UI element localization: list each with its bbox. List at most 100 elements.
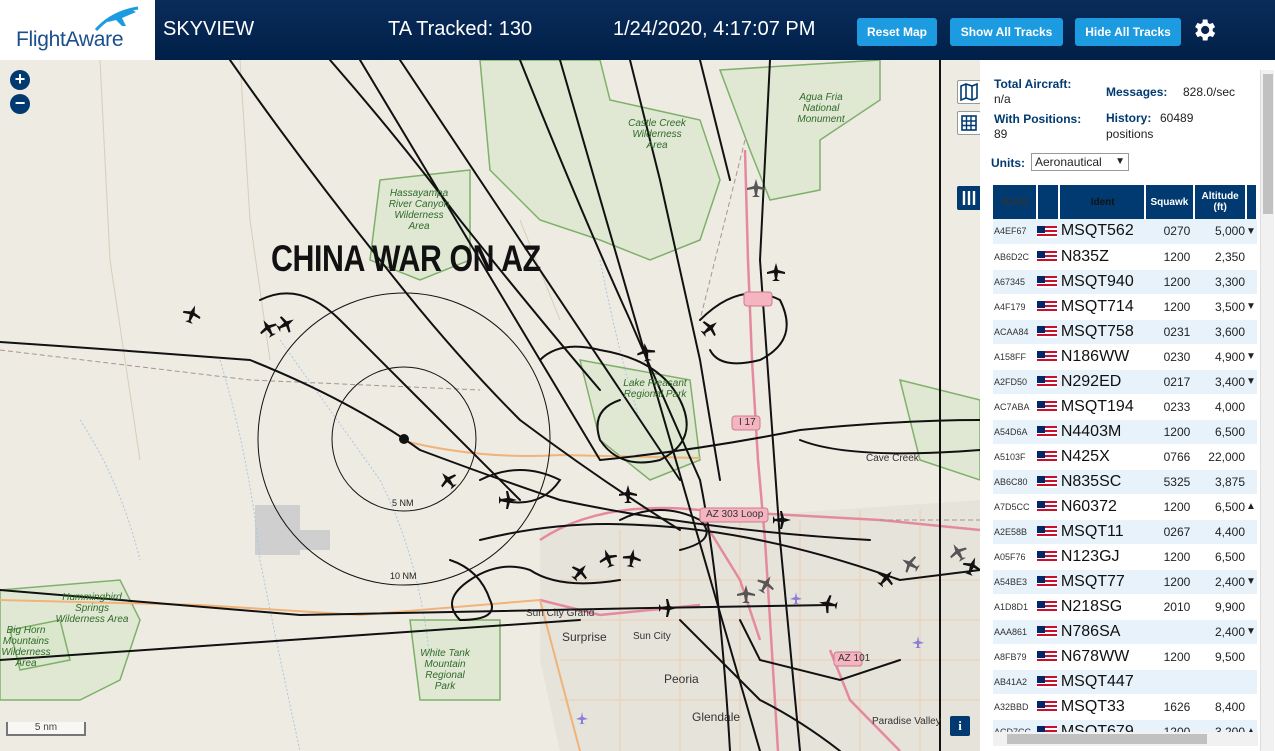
vertical-scroll-thumb[interactable] [1263,74,1273,214]
table-row[interactable]: A4F179 MSQT714 1200 3,500 ▼ [993,294,1257,320]
table-row[interactable]: A2FD50 N292ED 0217 3,400 ▼ [993,369,1257,395]
cell-ident: N123GJ [1058,544,1145,570]
cell-altitude: 9,500 [1194,644,1246,670]
us-flag-icon [1036,351,1057,364]
cell-altitude: 6,500 [1194,419,1246,445]
cell-trend: ▼ [1246,344,1257,370]
cell-altitude: 3,875 [1194,469,1246,495]
cell-altitude: 2,400 [1194,569,1246,595]
grid-icon [961,115,977,131]
messages-value: 828.0/sec [1183,85,1236,99]
history-label: History: [1106,111,1152,125]
header-icao[interactable]: ICAO [993,185,1038,219]
us-flag-icon [1036,276,1057,289]
table-row[interactable]: AC7ABA MSQT194 0233 4,000 [993,394,1257,420]
cell-squawk: 0230 [1144,344,1195,370]
cell-trend: ▼ [1246,294,1257,320]
header-altitude[interactable]: Altitude (ft) [1194,185,1247,219]
label-hummingbird: Hummingbird Springs Wilderness Area [55,592,129,625]
table-row[interactable]: A2E58B MSQT11 0267 4,400 [993,519,1257,545]
cell-trend [1246,469,1257,495]
label-sun-city-grand: Sun City Grand [526,608,595,619]
info-button[interactable]: i [950,716,970,736]
flightaware-logo[interactable]: FlightAware [0,0,155,60]
map-layers-button[interactable] [957,80,980,104]
header-ident[interactable]: Ident [1058,185,1146,219]
zoom-in-button[interactable]: + [10,70,30,90]
cell-flag [1036,444,1059,470]
cell-squawk: 1200 [1144,419,1195,445]
table-row[interactable]: A54BE3 MSQT77 1200 2,400 ▼ [993,569,1257,595]
cell-squawk: 0270 [1144,219,1195,245]
cell-ident: MSQT77 [1058,569,1145,595]
cell-squawk: 1200 [1144,494,1195,520]
reset-map-button[interactable]: Reset Map [857,18,937,46]
table-row[interactable]: AB6C80 N835SC 5325 3,875 [993,469,1257,495]
cell-flag [1036,244,1059,270]
table-row[interactable]: A5103F N425X 0766 22,000 [993,444,1257,470]
cell-squawk: 1200 [1144,294,1195,320]
map-view[interactable]: Agua Fria National Monument Castle Creek… [0,60,980,751]
cell-flag [1036,494,1059,520]
cell-squawk: 0766 [1144,444,1195,470]
cell-squawk: 1200 [1144,269,1195,295]
table-row[interactable]: AAA861 N786SA 2,400 ▼ [993,619,1257,645]
table-row[interactable]: A67345 MSQT940 1200 3,300 [993,269,1257,295]
zoom-out-button[interactable]: − [10,94,30,114]
table-row[interactable]: A7D5CC N60372 1200 6,500 ▲ [993,494,1257,520]
cell-altitude: 3,600 [1194,319,1246,345]
label-big-horn: Big Horn Mountains Wilderness Area [1,625,51,669]
cell-flag [1036,594,1059,620]
cell-ident: N425X [1058,444,1145,470]
horizontal-scroll-thumb[interactable] [1007,734,1207,744]
grid-toggle-button[interactable] [957,111,980,135]
hide-all-tracks-button[interactable]: Hide All Tracks [1075,18,1181,46]
cell-icao: A7D5CC [993,494,1037,520]
table-header-row: ICAO Ident Squawk Altitude (ft) [993,185,1258,219]
table-row[interactable]: A8FB79 N678WW 1200 9,500 [993,644,1257,670]
header-squawk[interactable]: Squawk [1144,185,1196,219]
table-row[interactable]: A32BBD MSQT33 1626 8,400 [993,694,1257,720]
cell-squawk: 1200 [1144,569,1195,595]
column-toggle-button[interactable] [957,186,980,210]
side-panel: Total Aircraft: n/a Messages: 828.0/sec … [980,60,1275,751]
cell-altitude: 5,000 [1194,219,1246,245]
table-row[interactable]: A54D6A N4403M 1200 6,500 [993,419,1257,445]
table-row[interactable]: A1D8D1 N218SG 2010 9,900 [993,594,1257,620]
table-row[interactable]: A158FF N186WW 0230 4,900 ▼ [993,344,1257,370]
cell-flag [1036,219,1059,245]
aircraft-table-container[interactable]: ICAO Ident Squawk Altitude (ft) A4EF67 MS… [993,185,1258,751]
cell-flag [1036,544,1059,570]
show-all-tracks-button[interactable]: Show All Tracks [950,18,1063,46]
vertical-scrollbar[interactable] [1260,70,1274,751]
cell-squawk: 1200 [1144,644,1195,670]
units-selected-value: Aeronautical [1035,155,1102,169]
cell-flag [1036,294,1059,320]
table-row[interactable]: A05F76 N123GJ 1200 6,500 [993,544,1257,570]
us-flag-icon [1036,526,1057,539]
messages-label: Messages: [1106,85,1168,99]
cell-ident: MSQT194 [1058,394,1145,420]
header-extra [1246,185,1258,219]
cell-icao: A1D8D1 [993,594,1037,620]
logo-wordmark: FlightAware [16,28,124,51]
cell-icao: AC7ABA [993,394,1037,420]
units-select[interactable]: Aeronautical ▼ [1031,153,1129,171]
table-row[interactable]: ACAA84 MSQT758 0231 3,600 [993,319,1257,345]
cell-ident: MSQT447 [1058,669,1145,695]
cell-ident: N4403M [1058,419,1145,445]
table-row[interactable]: A4EF67 MSQT562 0270 5,000 ▼ [993,219,1257,245]
cell-flag [1036,569,1059,595]
horizontal-scrollbar[interactable] [993,732,1258,746]
table-row[interactable]: AB6D2C N835Z 1200 2,350 [993,244,1257,270]
clock: 1/24/2020, 4:17:07 PM [613,18,816,40]
us-flag-icon [1036,401,1057,414]
cell-flag [1036,419,1059,445]
us-flag-icon [1036,626,1057,639]
table-row[interactable]: AB41A2 MSQT447 [993,669,1257,695]
gear-icon[interactable] [1190,16,1218,44]
label-glendale: Glendale [692,710,741,724]
total-aircraft-value: n/a [994,92,1011,106]
cell-squawk: 1626 [1144,694,1195,720]
cell-squawk: 2010 [1144,594,1195,620]
